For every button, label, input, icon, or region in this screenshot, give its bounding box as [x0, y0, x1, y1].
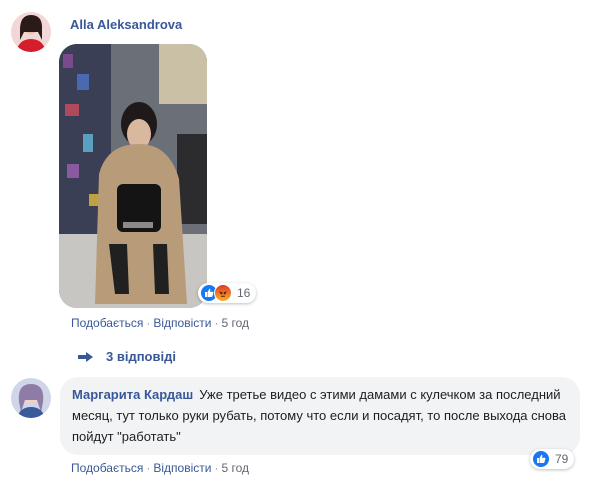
- like-button[interactable]: Подобається: [71, 316, 143, 330]
- comment-timestamp[interactable]: 5 год: [221, 461, 249, 475]
- reaction-summary[interactable]: 79: [530, 449, 575, 469]
- avatar[interactable]: [11, 378, 51, 418]
- comment-bubble: Маргарита Кардаш Уже третье видео с этими…: [60, 377, 580, 455]
- reply-button[interactable]: Відповісти: [153, 461, 211, 475]
- comment-author[interactable]: Маргарита Кардаш: [72, 387, 193, 402]
- comment-author[interactable]: Alla Aleksandrova: [70, 17, 182, 32]
- replies-label[interactable]: 3 відповіді: [106, 349, 176, 364]
- comment-timestamp[interactable]: 5 год: [221, 316, 249, 330]
- reaction-summary[interactable]: 16: [198, 283, 257, 303]
- separator: ·: [146, 316, 151, 330]
- reaction-count: 79: [555, 452, 569, 466]
- like-button[interactable]: Подобається: [71, 461, 143, 475]
- reaction-count: 16: [237, 286, 251, 300]
- comment-actions: Подобається · Відповісти · 5 год: [71, 461, 249, 475]
- separator: ·: [146, 461, 151, 475]
- reply-button[interactable]: Відповісти: [153, 316, 211, 330]
- angry-icon: [214, 284, 232, 302]
- reply-arrow-icon: [78, 351, 93, 362]
- comment-actions: Подобається · Відповісти · 5 год: [71, 316, 249, 330]
- view-replies-link[interactable]: 3 відповіді: [78, 349, 176, 364]
- like-icon: [532, 450, 550, 468]
- separator: ·: [214, 316, 219, 330]
- separator: ·: [214, 461, 219, 475]
- avatar[interactable]: [11, 12, 51, 52]
- comment-photo[interactable]: [59, 44, 207, 308]
